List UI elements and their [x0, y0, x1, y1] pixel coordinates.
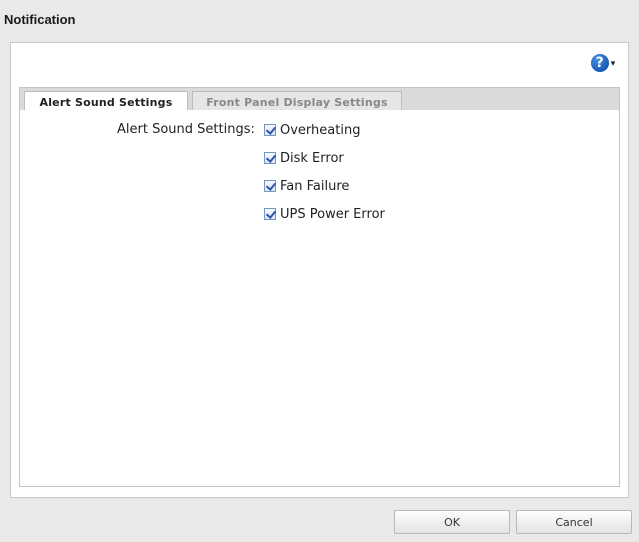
ok-button[interactable]: OK: [394, 510, 510, 534]
overheating-checkbox[interactable]: [264, 124, 276, 136]
tab-panel-alert-sound: Alert Sound Settings: Overheating Disk E…: [19, 110, 620, 487]
dialog-body: ? ▾ Alert Sound Settings Front Panel Dis…: [10, 42, 629, 498]
overheating-checkbox-row[interactable]: Overheating: [264, 121, 360, 139]
disk-error-checkbox-row[interactable]: Disk Error: [264, 149, 344, 167]
disk-error-label: Disk Error: [280, 150, 344, 166]
ups-power-error-label: UPS Power Error: [280, 206, 385, 222]
ups-power-error-checkbox[interactable]: [264, 208, 276, 220]
cancel-button[interactable]: Cancel: [516, 510, 632, 534]
help-icon: ?: [590, 54, 609, 72]
overheating-label: Overheating: [280, 122, 361, 138]
fan-failure-label: Fan Failure: [280, 178, 350, 194]
tab-strip: Alert Sound Settings Front Panel Display…: [19, 87, 620, 113]
alert-sound-settings-label: Alert Sound Settings:: [117, 122, 255, 137]
chevron-down-icon: ▾: [610, 57, 616, 68]
dialog-title: Notification: [4, 12, 76, 27]
help-button[interactable]: ? ▾: [586, 52, 620, 74]
fan-failure-checkbox-row[interactable]: Fan Failure: [264, 177, 349, 195]
ups-power-error-checkbox-row[interactable]: UPS Power Error: [264, 205, 385, 223]
fan-failure-checkbox[interactable]: [264, 180, 276, 192]
notification-dialog: Notification ? ▾ Alert Sound Settings Fr…: [0, 0, 639, 542]
tab-front-panel-display-settings[interactable]: Front Panel Display Settings: [192, 91, 402, 112]
disk-error-checkbox[interactable]: [264, 152, 276, 164]
